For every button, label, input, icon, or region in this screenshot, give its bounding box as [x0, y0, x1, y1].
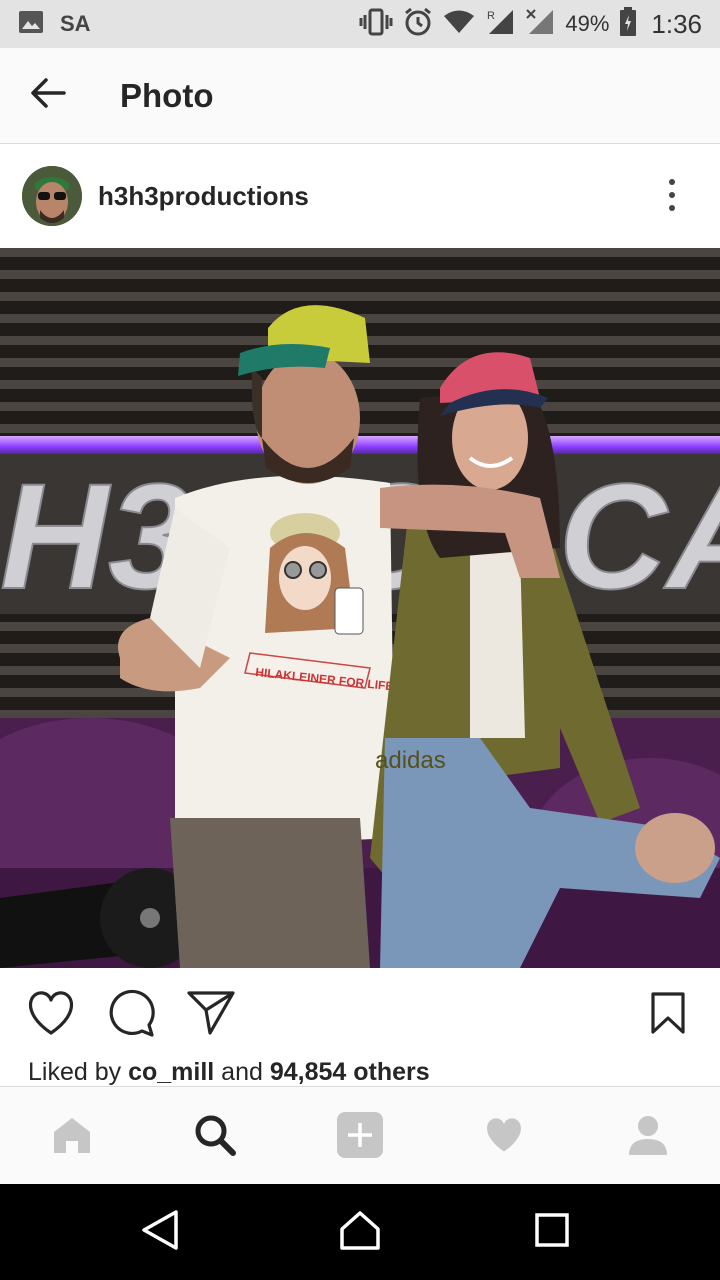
- tab-search[interactable]: [187, 1109, 243, 1165]
- system-nav-bar: [0, 1184, 720, 1280]
- status-bar: SA R 49% 1:36: [0, 0, 720, 48]
- heart-icon: [26, 990, 76, 1041]
- home-circle-icon: [339, 1209, 381, 1256]
- tab-activity[interactable]: [476, 1109, 532, 1165]
- post-actions: [0, 968, 720, 1060]
- add-icon: [336, 1111, 384, 1164]
- arrow-left-icon: [30, 77, 66, 114]
- post-header: h3h3productions: [0, 145, 720, 247]
- system-home-button[interactable]: [336, 1208, 384, 1256]
- comment-button[interactable]: [106, 989, 156, 1042]
- tab-home[interactable]: [44, 1109, 100, 1165]
- gallery-icon: [18, 10, 44, 39]
- back-triangle-icon: [140, 1209, 180, 1256]
- battery-percent: 49%: [565, 11, 610, 36]
- activity-heart-icon: [483, 1116, 525, 1159]
- jacket-logo-text: adidas: [375, 747, 446, 774]
- page-title: Photo: [120, 76, 214, 114]
- svg-text:R: R: [487, 10, 495, 22]
- back-button[interactable]: [0, 48, 96, 144]
- post-photo[interactable]: H3 PODCAST HILAK: [0, 248, 720, 968]
- system-back-button[interactable]: [136, 1208, 184, 1256]
- instagram-photo-screen: SA R 49% 1:36 Photo h3h3productions H3 H…: [0, 0, 720, 1280]
- battery-icon: [619, 6, 637, 42]
- post-username[interactable]: h3h3productions: [98, 181, 309, 212]
- avatar[interactable]: [22, 166, 82, 226]
- more-dot: [669, 192, 675, 198]
- profile-icon: [627, 1115, 669, 1160]
- likes-prefix: Liked by: [28, 1058, 129, 1086]
- system-recents-button[interactable]: [528, 1208, 576, 1256]
- alarm-icon: [403, 7, 433, 42]
- vibrate-icon: [359, 8, 393, 41]
- tab-profile[interactable]: [620, 1109, 676, 1165]
- likes-middle: and: [214, 1058, 270, 1086]
- more-dot: [669, 179, 675, 185]
- more-dot: [669, 205, 675, 211]
- sim-label: SA: [60, 11, 91, 36]
- likes-summary: Liked by co_mill and 94,854 others: [28, 1058, 430, 1087]
- bookmark-button[interactable]: [643, 990, 693, 1040]
- share-icon: [186, 990, 236, 1041]
- like-button[interactable]: [26, 990, 76, 1040]
- comment-icon: [106, 989, 156, 1042]
- signal-no-data-icon: [525, 8, 555, 41]
- likes-count-link[interactable]: 94,854 others: [270, 1058, 430, 1086]
- share-button[interactable]: [186, 990, 236, 1040]
- app-bar: Photo: [0, 48, 720, 144]
- search-icon: [193, 1113, 237, 1162]
- home-icon: [51, 1115, 93, 1160]
- likes-user-link[interactable]: co_mill: [128, 1058, 214, 1086]
- signal-roaming-icon: R: [485, 8, 515, 41]
- recents-square-icon: [534, 1212, 570, 1253]
- wifi-icon: [443, 9, 475, 40]
- clock-time: 1:36: [651, 8, 702, 39]
- more-options-button[interactable]: [656, 175, 688, 215]
- bottom-tab-bar: [0, 1086, 720, 1184]
- tab-add-post[interactable]: [332, 1109, 388, 1165]
- bookmark-icon: [648, 991, 688, 1040]
